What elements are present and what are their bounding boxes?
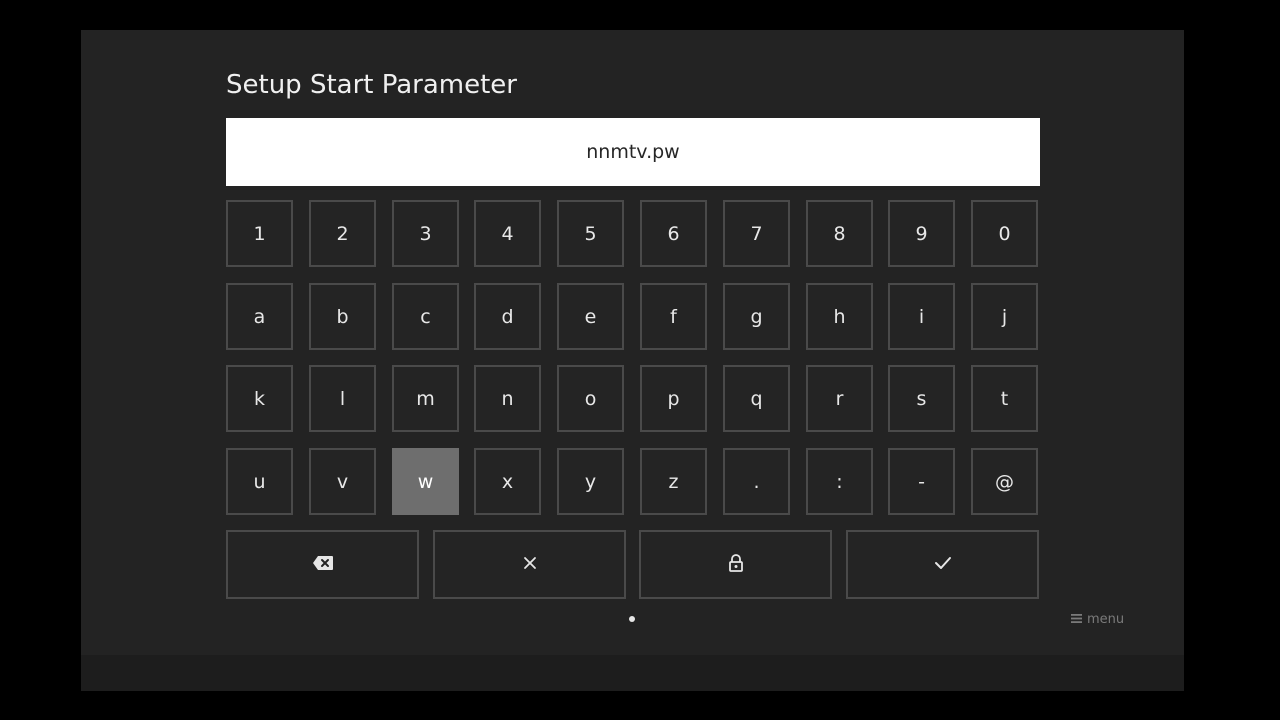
menu-label: menu <box>1087 612 1125 627</box>
key[interactable]: m <box>392 365 459 432</box>
key[interactable]: 9 <box>888 200 955 267</box>
tv-screen: Setup Start Parameter nnmtv.pw 123456789… <box>81 30 1184 691</box>
key[interactable]: 8 <box>806 200 873 267</box>
key[interactable]: - <box>888 448 955 515</box>
key[interactable]: d <box>474 283 541 350</box>
key[interactable]: 2 <box>309 200 376 267</box>
key[interactable]: o <box>557 365 624 432</box>
clear-button[interactable] <box>433 530 626 599</box>
parameter-input[interactable]: nnmtv.pw <box>226 118 1040 186</box>
key[interactable]: : <box>806 448 873 515</box>
parameter-input-value: nnmtv.pw <box>586 141 680 163</box>
key[interactable]: t <box>971 365 1038 432</box>
key[interactable]: @ <box>971 448 1038 515</box>
key[interactable]: 6 <box>640 200 707 267</box>
key[interactable]: 1 <box>226 200 293 267</box>
backspace-icon <box>312 555 334 575</box>
key[interactable]: w <box>392 448 459 515</box>
key[interactable]: u <box>226 448 293 515</box>
lock-button[interactable] <box>639 530 832 599</box>
key[interactable]: f <box>640 283 707 350</box>
key[interactable]: 0 <box>971 200 1038 267</box>
close-icon <box>523 555 537 574</box>
key[interactable]: y <box>557 448 624 515</box>
key[interactable]: n <box>474 365 541 432</box>
key[interactable]: j <box>971 283 1038 350</box>
key[interactable]: x <box>474 448 541 515</box>
key[interactable]: 7 <box>723 200 790 267</box>
key[interactable]: b <box>309 283 376 350</box>
key[interactable]: s <box>888 365 955 432</box>
key[interactable]: g <box>723 283 790 350</box>
key[interactable]: 3 <box>392 200 459 267</box>
lock-icon <box>728 553 744 576</box>
key[interactable]: . <box>723 448 790 515</box>
key[interactable]: 4 <box>474 200 541 267</box>
key[interactable]: z <box>640 448 707 515</box>
key[interactable]: p <box>640 365 707 432</box>
key[interactable]: e <box>557 283 624 350</box>
backspace-button[interactable] <box>226 530 419 599</box>
key[interactable]: r <box>806 365 873 432</box>
key[interactable]: q <box>723 365 790 432</box>
menu-icon <box>1071 612 1082 627</box>
key[interactable]: i <box>888 283 955 350</box>
key[interactable]: h <box>806 283 873 350</box>
key[interactable]: l <box>309 365 376 432</box>
key[interactable]: a <box>226 283 293 350</box>
key[interactable]: c <box>392 283 459 350</box>
menu-hint[interactable]: menu <box>1071 612 1124 627</box>
bottom-strip <box>81 655 1184 691</box>
key[interactable]: 5 <box>557 200 624 267</box>
confirm-button[interactable] <box>846 530 1039 599</box>
page-title: Setup Start Parameter <box>226 70 517 100</box>
key[interactable]: k <box>226 365 293 432</box>
page-indicator-dot <box>629 616 635 622</box>
key[interactable]: v <box>309 448 376 515</box>
check-icon <box>934 555 952 574</box>
